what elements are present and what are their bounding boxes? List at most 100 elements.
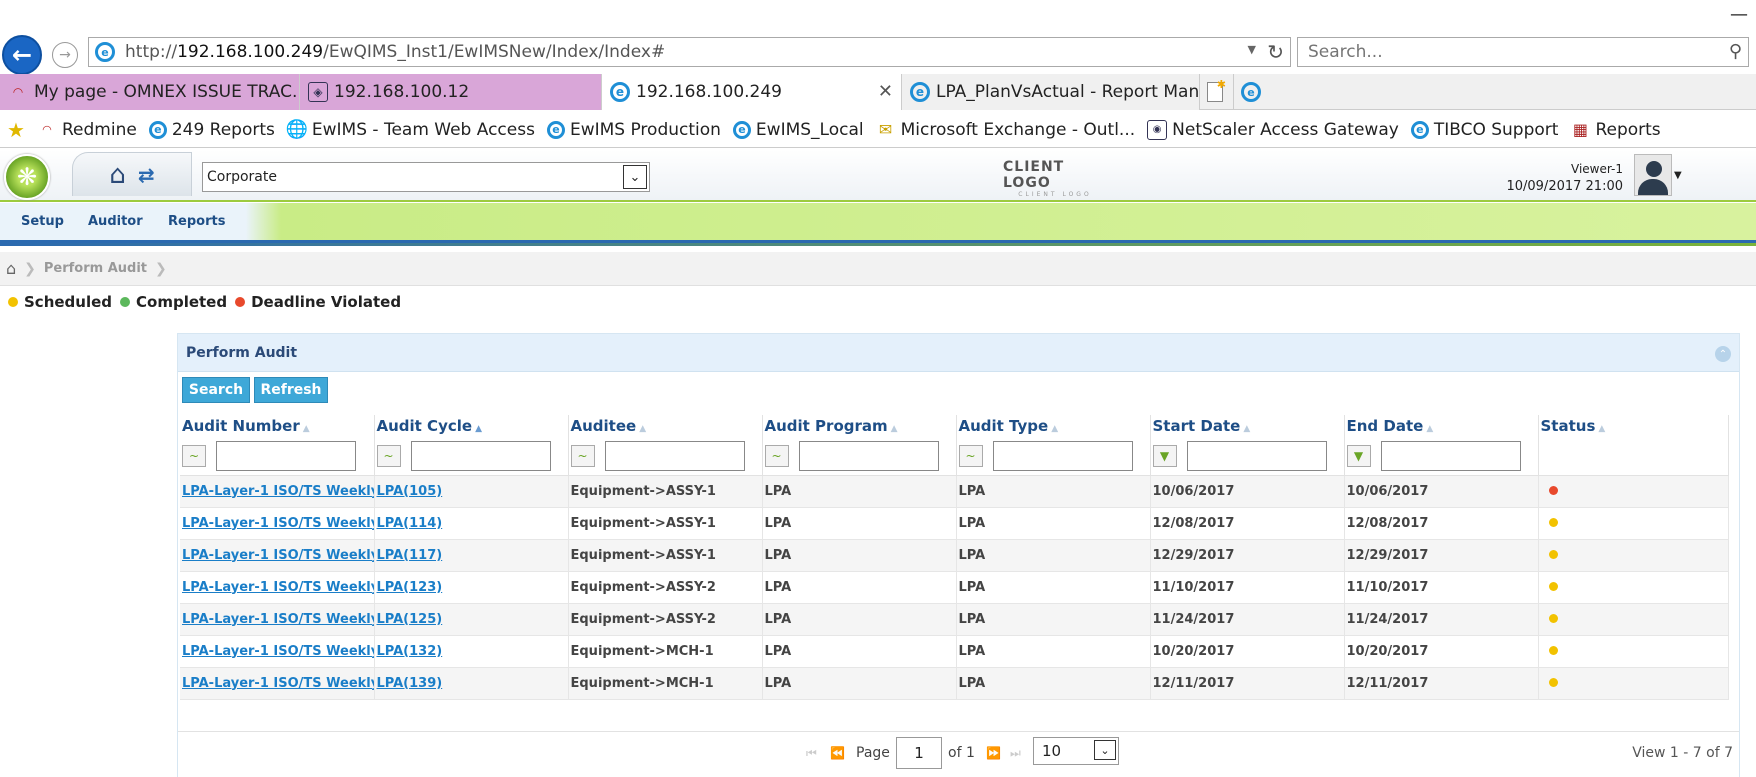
home-icon[interactable]: ⌂ [6, 259, 16, 278]
cell-audit-number[interactable]: LPA-Layer-1 ISO/TS Weekly [180, 667, 375, 700]
edge-button[interactable]: e [1234, 74, 1268, 110]
audit-cycle-link[interactable]: LPA(114) [377, 516, 443, 531]
column-start-date[interactable]: Start Date ▲ [1150, 415, 1345, 437]
audit-cycle-link[interactable]: LPA(139) [377, 676, 443, 691]
audit-number-link[interactable]: LPA-Layer-1 ISO/TS Weekly [182, 516, 373, 531]
search-icon[interactable]: ⚲ [1729, 41, 1742, 62]
favorite-exchange[interactable]: ✉ Microsoft Exchange - Outl... [876, 120, 1135, 140]
column-audit-program[interactable]: Audit Program ▲ [762, 415, 957, 437]
cell-audit-cycle[interactable]: LPA(114) [374, 507, 569, 540]
star-icon[interactable]: ★ [6, 118, 26, 142]
audit-number-link[interactable]: LPA-Layer-1 ISO/TS Weekly [182, 580, 373, 595]
address-bar[interactable]: e http://192.168.100.249/EwQIMS_Inst1/Ew… [88, 37, 1291, 67]
table-row[interactable]: LPA-Layer-1 ISO/TS Weekly LPA(117) Equipme… [180, 539, 1729, 572]
contains-filter-icon[interactable]: ~ [570, 444, 595, 467]
audit-cycle-link[interactable]: LPA(117) [377, 548, 443, 563]
cell-audit-cycle[interactable]: LPA(117) [374, 539, 569, 572]
column-audit-number[interactable]: Audit Number ▲ [180, 415, 375, 437]
column-audit-type[interactable]: Audit Type ▲ [956, 415, 1151, 437]
browser-tab-2[interactable]: ◈ 192.168.100.12 [300, 74, 602, 110]
menu-item-auditor[interactable]: Auditor [88, 214, 143, 229]
table-row[interactable]: LPA-Layer-1 ISO/TS Weekly LPA(123) Equipme… [180, 571, 1729, 604]
browser-search-input[interactable] [1298, 38, 1698, 66]
forward-button[interactable]: → [52, 42, 78, 68]
favorite-tibco[interactable]: e TIBCO Support [1410, 120, 1558, 140]
next-page-icon[interactable]: ⏩ [986, 746, 1001, 760]
favorite-redmine[interactable]: ◠ Redmine [37, 120, 137, 140]
column-status[interactable]: Status ▲ [1538, 415, 1729, 437]
funnel-icon[interactable]: ▼ [1346, 444, 1371, 467]
cell-audit-cycle[interactable]: LPA(139) [374, 667, 569, 700]
cell-audit-number[interactable]: LPA-Layer-1 ISO/TS Weekly [180, 571, 375, 604]
favorite-netscaler[interactable]: ◉ NetScaler Access Gateway [1147, 119, 1399, 140]
browser-tab-1[interactable]: ◠ My page - OMNEX ISSUE TRAC... [0, 74, 300, 110]
last-page-icon[interactable]: ⏭ [1010, 746, 1021, 761]
home-icon[interactable]: ⌂ [109, 160, 126, 190]
cell-audit-number[interactable]: LPA-Layer-1 ISO/TS Weekly [180, 603, 375, 636]
audit-cycle-link[interactable]: LPA(105) [377, 484, 443, 499]
favorite-ewims-local[interactable]: e EwIMS_Local [732, 120, 864, 140]
filter-input-start-date[interactable] [1186, 440, 1327, 471]
table-row[interactable]: LPA-Layer-1 ISO/TS Weekly LPA(139) Equipme… [180, 667, 1729, 700]
favorite-ewims-production[interactable]: e EwIMS Production [546, 120, 721, 140]
sync-icon[interactable]: ⇄ [138, 163, 155, 187]
avatar[interactable] [1634, 154, 1672, 196]
prev-page-icon[interactable]: ⏪ [830, 746, 845, 760]
favorite-249-reports[interactable]: e 249 Reports [148, 120, 275, 140]
column-auditee[interactable]: Auditee ▲ [568, 415, 763, 437]
browser-search[interactable]: ⚲ [1297, 37, 1749, 67]
new-tab-button[interactable]: ✱ [1200, 74, 1234, 110]
first-page-icon[interactable]: ⏮ [806, 746, 817, 761]
refresh-icon[interactable]: ↻ [1267, 40, 1284, 64]
caret-down-icon[interactable]: ▼ [1674, 170, 1682, 181]
audit-number-link[interactable]: LPA-Layer-1 ISO/TS Weekly [182, 644, 373, 659]
audit-cycle-link[interactable]: LPA(125) [377, 612, 443, 627]
cell-audit-number[interactable]: LPA-Layer-1 ISO/TS Weekly [180, 539, 375, 572]
refresh-button[interactable]: Refresh [254, 377, 328, 403]
cell-audit-cycle[interactable]: LPA(105) [374, 475, 569, 508]
audit-cycle-link[interactable]: LPA(123) [377, 580, 443, 595]
cell-audit-cycle[interactable]: LPA(123) [374, 571, 569, 604]
filter-input-audit-program[interactable] [798, 440, 939, 471]
audit-cycle-link[interactable]: LPA(132) [377, 644, 443, 659]
filter-input-auditee[interactable] [604, 440, 745, 471]
audit-number-link[interactable]: LPA-Layer-1 ISO/TS Weekly [182, 484, 373, 499]
cell-audit-number[interactable]: LPA-Layer-1 ISO/TS Weekly [180, 635, 375, 668]
minimize-button[interactable]: — [1730, 4, 1748, 25]
filter-input-audit-type[interactable] [992, 440, 1133, 471]
contains-filter-icon[interactable]: ~ [764, 444, 789, 467]
audit-number-link[interactable]: LPA-Layer-1 ISO/TS Weekly [182, 676, 373, 691]
table-row[interactable]: LPA-Layer-1 ISO/TS Weekly LPA(125) Equipme… [180, 603, 1729, 636]
table-row[interactable]: LPA-Layer-1 ISO/TS Weekly LPA(105) Equipme… [180, 475, 1729, 508]
cell-audit-number[interactable]: LPA-Layer-1 ISO/TS Weekly [180, 507, 375, 540]
collapse-icon[interactable]: ⌃ [1715, 346, 1731, 362]
url-text[interactable]: http://192.168.100.249/EwQIMS_Inst1/EwIM… [125, 42, 665, 62]
app-logo-icon[interactable]: ❋ [4, 154, 50, 200]
filter-input-audit-number[interactable] [216, 440, 356, 471]
search-button[interactable]: Search [182, 377, 250, 403]
chevron-down-icon[interactable]: ▼ [1248, 43, 1256, 56]
column-audit-cycle[interactable]: Audit Cycle ▲ [374, 415, 569, 437]
page-size-select[interactable]: 10 ⌄ [1033, 737, 1119, 765]
close-icon[interactable]: ✕ [878, 81, 893, 102]
filter-input-end-date[interactable] [1380, 440, 1521, 471]
cell-audit-cycle[interactable]: LPA(125) [374, 603, 569, 636]
audit-number-link[interactable]: LPA-Layer-1 ISO/TS Weekly [182, 612, 373, 627]
column-end-date[interactable]: End Date ▲ [1344, 415, 1539, 437]
filter-input-audit-cycle[interactable] [410, 440, 551, 471]
table-row[interactable]: LPA-Layer-1 ISO/TS Weekly LPA(114) Equipme… [180, 507, 1729, 540]
browser-tab-3[interactable]: e 192.168.100.249 ✕ [602, 74, 902, 110]
audit-number-link[interactable]: LPA-Layer-1 ISO/TS Weekly [182, 548, 373, 563]
organization-select[interactable]: Corporate ⌄ [202, 162, 650, 192]
back-button[interactable]: ← [2, 35, 42, 75]
contains-filter-icon[interactable]: ~ [182, 444, 206, 467]
chevron-down-icon[interactable]: ⌄ [1094, 740, 1116, 760]
cell-audit-cycle[interactable]: LPA(132) [374, 635, 569, 668]
page-number-input[interactable]: 1 [896, 737, 942, 769]
menu-item-reports[interactable]: Reports [168, 214, 225, 229]
funnel-icon[interactable]: ▼ [1152, 444, 1177, 467]
favorite-team-web-access[interactable]: 🌐 EwIMS - Team Web Access [286, 119, 535, 140]
browser-tab-4[interactable]: e LPA_PlanVsActual - Report Man... [902, 74, 1200, 110]
chevron-down-icon[interactable]: ⌄ [623, 165, 647, 189]
menu-item-setup[interactable]: Setup [21, 214, 64, 229]
